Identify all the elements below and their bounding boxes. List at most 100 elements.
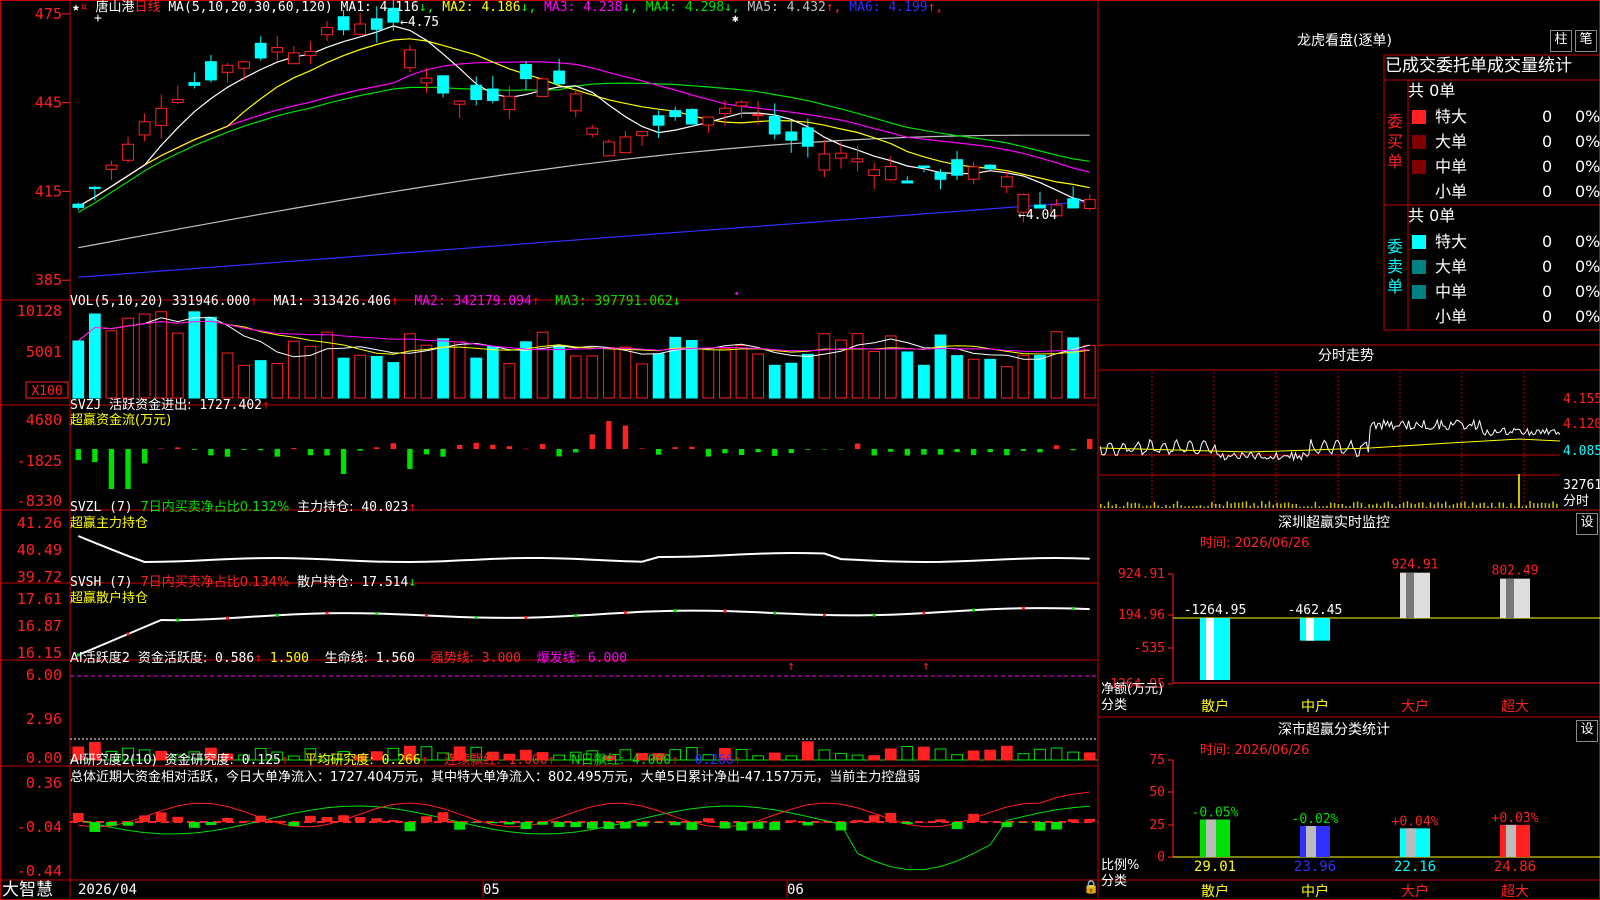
ai1-value5: 6.000 [587, 651, 628, 666]
volume-bar [768, 364, 781, 399]
vol-axis-tick: 5001 [26, 343, 62, 361]
lock-icon[interactable]: 🔒 [1083, 880, 1099, 896]
research-bar [421, 816, 432, 822]
svsh-title[interactable]: SVSH (7) [70, 575, 133, 590]
period-label[interactable]: 日线 [135, 0, 161, 15]
volume-bar [404, 333, 416, 399]
candle-body [934, 172, 947, 180]
intraday-volume [1165, 504, 1167, 508]
candle-body [901, 180, 914, 184]
volume-bar [238, 364, 250, 399]
volume-bar [420, 344, 433, 399]
volume-bar [984, 358, 997, 399]
fund-flow-bar [506, 446, 513, 449]
svzl-subtitle: 超赢主力持仓 [70, 516, 149, 531]
svzl-desc: 7日内买卖净占比0.132% [140, 500, 290, 515]
ai2-value1: 0.125 [241, 753, 281, 768]
stock-name[interactable]: 唐山港 [95, 0, 134, 15]
activity-bar [801, 741, 814, 761]
intraday-volume [1506, 506, 1508, 508]
intraday-volume [1230, 503, 1232, 508]
vol-unit-label: X100 [31, 384, 62, 399]
holding-dot [275, 613, 279, 617]
ai1-label4: 强势线: [430, 651, 475, 666]
candle-body [503, 95, 516, 111]
star-icon[interactable]: ★ [72, 0, 80, 15]
sell-order-count: 0 [1542, 282, 1553, 301]
fund-flow-bar [722, 449, 728, 454]
classify-axis-tick: 75 [1149, 753, 1165, 768]
intraday-volume [1261, 501, 1263, 508]
intraday-volume [1402, 502, 1405, 508]
vol-title[interactable]: VOL(5,10,20) [70, 294, 164, 309]
svsh-value: 17.514 [361, 575, 409, 590]
sz-monitor-title: 深圳超赢实时监控 [1278, 515, 1390, 531]
intraday-volume [1172, 503, 1175, 508]
intraday-volume [1456, 503, 1458, 508]
intraday-volume [1399, 504, 1401, 508]
monitor-bar-shine [1406, 572, 1414, 618]
activity-bar [967, 750, 980, 761]
classify-category-label: 散户 [1201, 883, 1229, 900]
svzl-title[interactable]: SVZL (7) [70, 500, 133, 515]
monitor-settings-button[interactable]: 设 [1576, 513, 1598, 535]
sz-classify-title: 深市超赢分类统计 [1278, 722, 1390, 738]
intraday-volume [1368, 504, 1370, 508]
fund-flow-bar [606, 421, 612, 449]
svsh-hold-label: 散户持仓: [297, 575, 354, 590]
volume-bar [536, 331, 549, 399]
tick-view-button[interactable]: 笔 [1575, 30, 1597, 52]
cursor-marker: ◂ [733, 288, 739, 299]
fund-flow-bar [291, 448, 297, 449]
holding-dot [922, 611, 926, 615]
candle-body [354, 23, 367, 35]
intraday-volume [1126, 502, 1129, 508]
ai2-value2: 0.266 [381, 753, 421, 768]
ai2-title[interactable]: AI研究度2(10) [70, 753, 157, 768]
fund-flow-bar [821, 449, 828, 450]
intraday-volume [1157, 505, 1159, 508]
fund-flow-bar [921, 449, 927, 455]
volume-bar [470, 357, 483, 399]
ma-trend-arrow: ↑, [927, 0, 944, 15]
fund-flow-bar [1053, 445, 1060, 449]
classify-axis-tick: 50 [1149, 785, 1165, 800]
ma4-line [78, 82, 1090, 213]
intraday-volume [1180, 505, 1182, 508]
intraday-volume [1295, 503, 1297, 508]
activity-bar [851, 754, 864, 761]
fund-flow-bar [224, 449, 231, 457]
buy-order-row: 特大 0 0% [1410, 106, 1600, 128]
holding-dot [226, 616, 230, 620]
intraday-volume [1529, 501, 1531, 508]
research-bar [470, 822, 482, 823]
svzj-title[interactable]: SVZJ [70, 398, 101, 413]
research-bar [984, 821, 996, 822]
intraday-volume [1364, 506, 1366, 508]
fund-flow-bar [473, 442, 479, 449]
monitor-ylabel: 净额(万元) [1101, 682, 1164, 697]
fund-flow-bar [1020, 449, 1027, 451]
ai1-axis-tick: 6.00 [26, 666, 62, 684]
classify-settings-button[interactable]: 设 [1576, 720, 1598, 742]
intraday-volume [1149, 505, 1152, 508]
column-view-button[interactable]: 柱 [1550, 30, 1572, 52]
intraday-volume [1249, 505, 1251, 508]
fund-flow-bar [639, 448, 645, 449]
svsh-axis-tick: 17.61 [17, 590, 62, 608]
ai1-axis-tick: 0.00 [26, 749, 62, 767]
vol-header: VOL(5,10,20) 331946.000↑, MA1: 313426.40… [70, 294, 681, 309]
svzj-axis-tick: -1825 [17, 452, 62, 470]
volume-bar [619, 346, 632, 399]
fund-flow-bar [970, 449, 977, 456]
volume-bar [553, 345, 566, 399]
candle-body [735, 101, 748, 107]
volume-bar [1000, 366, 1013, 399]
intraday-volume [1448, 505, 1451, 508]
svzj-axis-tick: 4680 [26, 411, 62, 429]
ai1-title[interactable]: AI活跃度2 [70, 651, 130, 666]
fund-flow-bar [838, 449, 844, 450]
ma-label: MA(5,10,20,30,60,120) [168, 0, 333, 15]
sell-order-row: 小单 0 0% [1410, 306, 1600, 328]
volume-bar [884, 335, 897, 399]
